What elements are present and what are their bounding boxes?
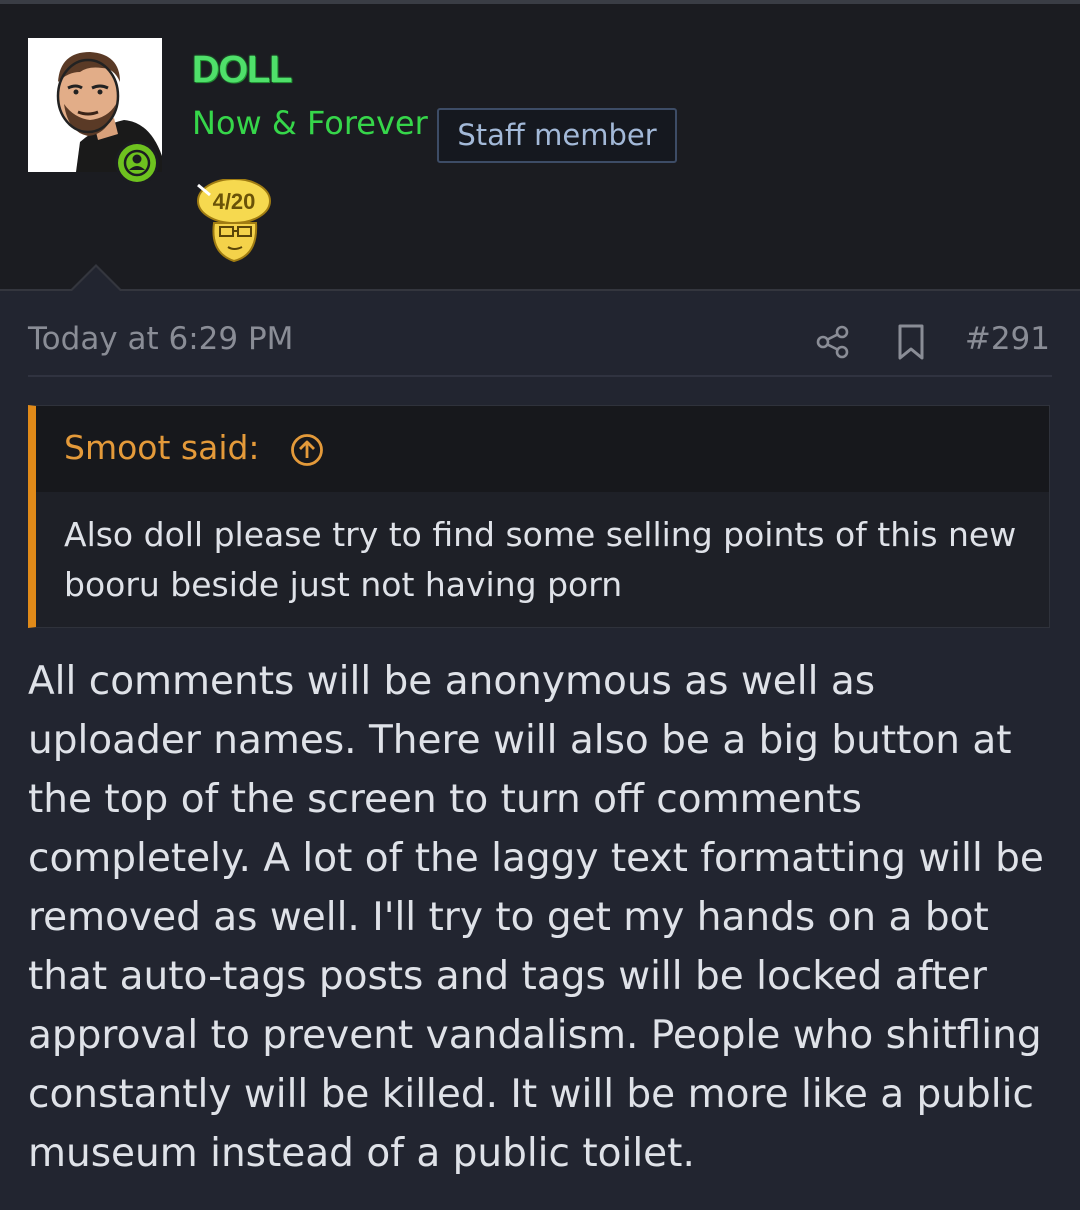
staff-badge: Staff member xyxy=(437,108,677,163)
quote-block: Smoot said: Also doll please try to find… xyxy=(28,405,1050,628)
quote-header: Smoot said: xyxy=(36,406,1049,492)
post-meta: Today at 6:29 PM #291 xyxy=(28,313,1052,377)
user-header: DOLL Now & Forever Staff member 4/20 xyxy=(0,4,1080,291)
share-icon[interactable] xyxy=(814,323,852,361)
username[interactable]: DOLL xyxy=(192,44,292,96)
user-online-icon xyxy=(123,149,151,177)
post-number[interactable]: #291 xyxy=(965,321,1050,357)
post-content: All comments will be anonymous as well a… xyxy=(28,659,1044,1176)
post-timestamp[interactable]: Today at 6:29 PM xyxy=(28,321,293,357)
quote-author[interactable]: Smoot said: xyxy=(64,428,260,467)
trophy-icon[interactable]: 4/20 xyxy=(196,178,276,265)
user-title: Now & Forever xyxy=(192,104,428,142)
trophy-label: 4/20 xyxy=(213,189,256,214)
quote-text: Also doll please try to find some sellin… xyxy=(64,515,1017,604)
arrow-up-circle-icon[interactable] xyxy=(290,433,324,467)
online-status xyxy=(115,141,159,185)
bookmark-icon[interactable] xyxy=(896,323,926,361)
